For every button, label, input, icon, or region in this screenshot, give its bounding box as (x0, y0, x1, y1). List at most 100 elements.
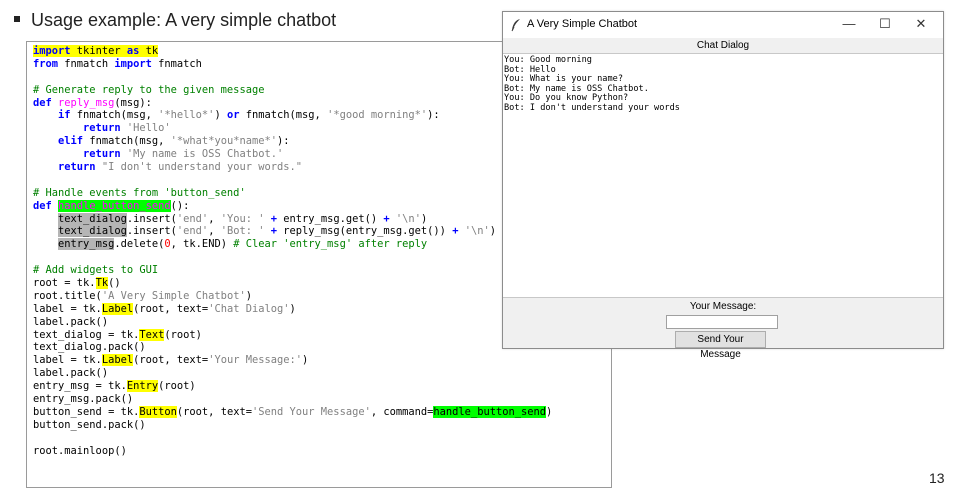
minimize-button[interactable]: — (831, 12, 867, 38)
code-token: .delete( (114, 238, 165, 251)
page-number: 13 (929, 470, 945, 486)
code-line: label = tk.Label(root, text='Your Messag… (33, 354, 611, 367)
code-token: Tk (95, 277, 109, 290)
chatbot-window: A Very Simple Chatbot — ☐ ✕ Chat Dialog … (502, 11, 944, 360)
code-line: entry_msg = tk.Entry(root) (33, 380, 611, 393)
code-token: entry_msg = tk. (33, 380, 127, 393)
code-token: label = tk. (33, 354, 102, 367)
code-token: 'A Very Simple Chatbot' (101, 289, 246, 302)
code-token: entry_msg.get() (277, 212, 384, 225)
code-token: "I don't understand your words." (101, 161, 303, 174)
code-token: fnmatch (151, 57, 202, 70)
code-token: import (114, 57, 152, 70)
code-token: elif (58, 135, 84, 148)
code-token: , tk.END) (170, 238, 234, 251)
code-token: # Generate reply to the given message (33, 83, 265, 96)
code-line: entry_msg.pack() (33, 393, 611, 406)
chat-dialog-label: Chat Dialog (696, 40, 750, 51)
code-token: 'Bot: ' (220, 225, 265, 238)
code-token: label.pack() (33, 367, 109, 380)
code-token: as (126, 45, 140, 57)
code-token: ): (277, 135, 290, 148)
code-token: 'Send Your Message' (251, 405, 371, 418)
code-token: 'end' (176, 212, 209, 225)
code-token: reply_msg (58, 96, 115, 109)
code-token: fnmatch(msg, (70, 109, 159, 122)
code-token: return (58, 161, 96, 174)
message-entry[interactable] (666, 315, 778, 329)
code-token: 'Your Message:' (208, 354, 303, 367)
code-token: Entry (126, 380, 159, 393)
code-token: return (83, 148, 121, 161)
code-token: def (33, 199, 52, 212)
send-message-button[interactable]: Send Your Message (675, 331, 766, 360)
code-token: '*what*you*name*' (170, 135, 278, 148)
code-token: .insert( (126, 212, 177, 225)
code-token: or (226, 109, 240, 122)
slide-heading-text: Usage example: A very simple chatbot (31, 10, 337, 30)
code-token: ) (289, 302, 296, 315)
code-token: '*hello*' (158, 109, 215, 122)
chat-line: Bot: I don't understand your words (504, 102, 680, 113)
code-token: reply_msg(entry_msg.get()) (277, 225, 453, 238)
code-token: Button (139, 405, 177, 418)
code-token: 'end' (176, 225, 209, 238)
code-token: , (208, 212, 221, 225)
code-token: ) (245, 289, 252, 302)
code-token: text_dialog = tk. (33, 328, 140, 341)
window-title: A Very Simple Chatbot (527, 18, 638, 30)
code-token: text_dialog.pack() (33, 341, 146, 354)
code-token: button_send = tk. (33, 405, 140, 418)
code-line: button_send.pack() (33, 419, 611, 432)
code-token: # Clear 'entry_msg' after reply (233, 238, 428, 251)
code-token: Label (101, 302, 134, 315)
code-token: (): (170, 199, 190, 212)
code-line: root.mainloop() (33, 445, 611, 458)
chat-dialog-text[interactable]: You: Good morning Bot: Hello You: What is … (503, 53, 943, 298)
code-token: label = tk. (33, 302, 102, 315)
code-token: fnmatch(msg, (83, 135, 171, 148)
code-token: entry_msg (58, 238, 115, 251)
code-token: # Add widgets to GUI (33, 264, 159, 277)
code-line: label.pack() (33, 367, 611, 380)
code-line: button_send = tk.Button(root, text='Send… (33, 405, 611, 419)
code-token: button_send.pack() (33, 418, 146, 431)
code-token: root.mainloop() (33, 444, 127, 457)
code-token: '\n' (464, 225, 490, 238)
code-token: if (58, 109, 71, 122)
code-token: root = tk. (33, 277, 96, 290)
code-token: label.pack() (33, 315, 109, 328)
chat-line: You: Good morning (504, 55, 592, 65)
code-token: Text (139, 328, 165, 341)
code-token: tkinter (70, 45, 127, 57)
code-token: ) (546, 405, 553, 418)
code-token: (root, text= (133, 302, 209, 315)
code-token: ) (214, 109, 227, 122)
code-token: (root, text= (176, 405, 252, 418)
code-token: handle_button_send (58, 199, 171, 212)
code-token: handle_button_send (433, 405, 547, 418)
code-token: 'Hello' (126, 122, 171, 135)
code-token: 'You: ' (220, 212, 265, 225)
code-token: entry_msg.pack() (33, 393, 134, 406)
code-token: def (33, 96, 52, 109)
code-token: text_dialog (58, 225, 127, 238)
code-token: return (83, 122, 121, 135)
code-token: () (108, 277, 121, 290)
maximize-button[interactable]: ☐ (867, 12, 903, 38)
code-token: from (33, 57, 59, 70)
code-token: ) (489, 225, 497, 238)
code-token: Label (101, 354, 134, 367)
window-titlebar[interactable]: A Very Simple Chatbot — ☐ ✕ (503, 12, 943, 38)
close-button[interactable]: ✕ (903, 12, 939, 38)
bullet-icon (14, 16, 20, 23)
code-token: (msg): (114, 96, 152, 109)
code-token: (root, text= (133, 354, 209, 367)
code-token: tk (139, 45, 159, 57)
